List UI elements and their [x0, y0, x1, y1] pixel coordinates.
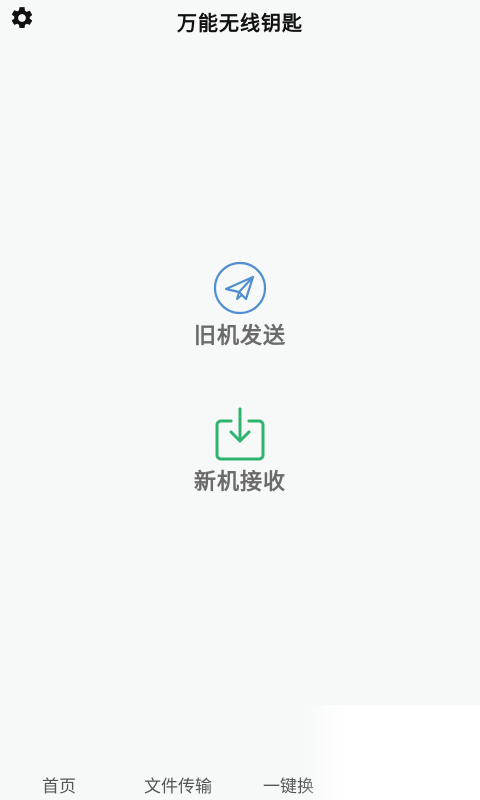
download-tray-icon [210, 404, 270, 464]
app-title: 万能无线钥匙 [177, 11, 303, 35]
header: 万能无线钥匙 [0, 0, 480, 42]
new-device-receive-button[interactable]: 新机接收 [140, 404, 340, 496]
tab-file-transfer[interactable]: 文件传输 [144, 772, 212, 797]
send-label: 旧机发送 [193, 324, 286, 349]
tab-home[interactable]: 首页 [42, 772, 76, 797]
receive-label: 新机接收 [193, 470, 286, 495]
fade-overlay [300, 705, 480, 800]
old-device-send-button[interactable]: 旧机发送 [140, 258, 340, 350]
paper-plane-icon [210, 258, 270, 318]
